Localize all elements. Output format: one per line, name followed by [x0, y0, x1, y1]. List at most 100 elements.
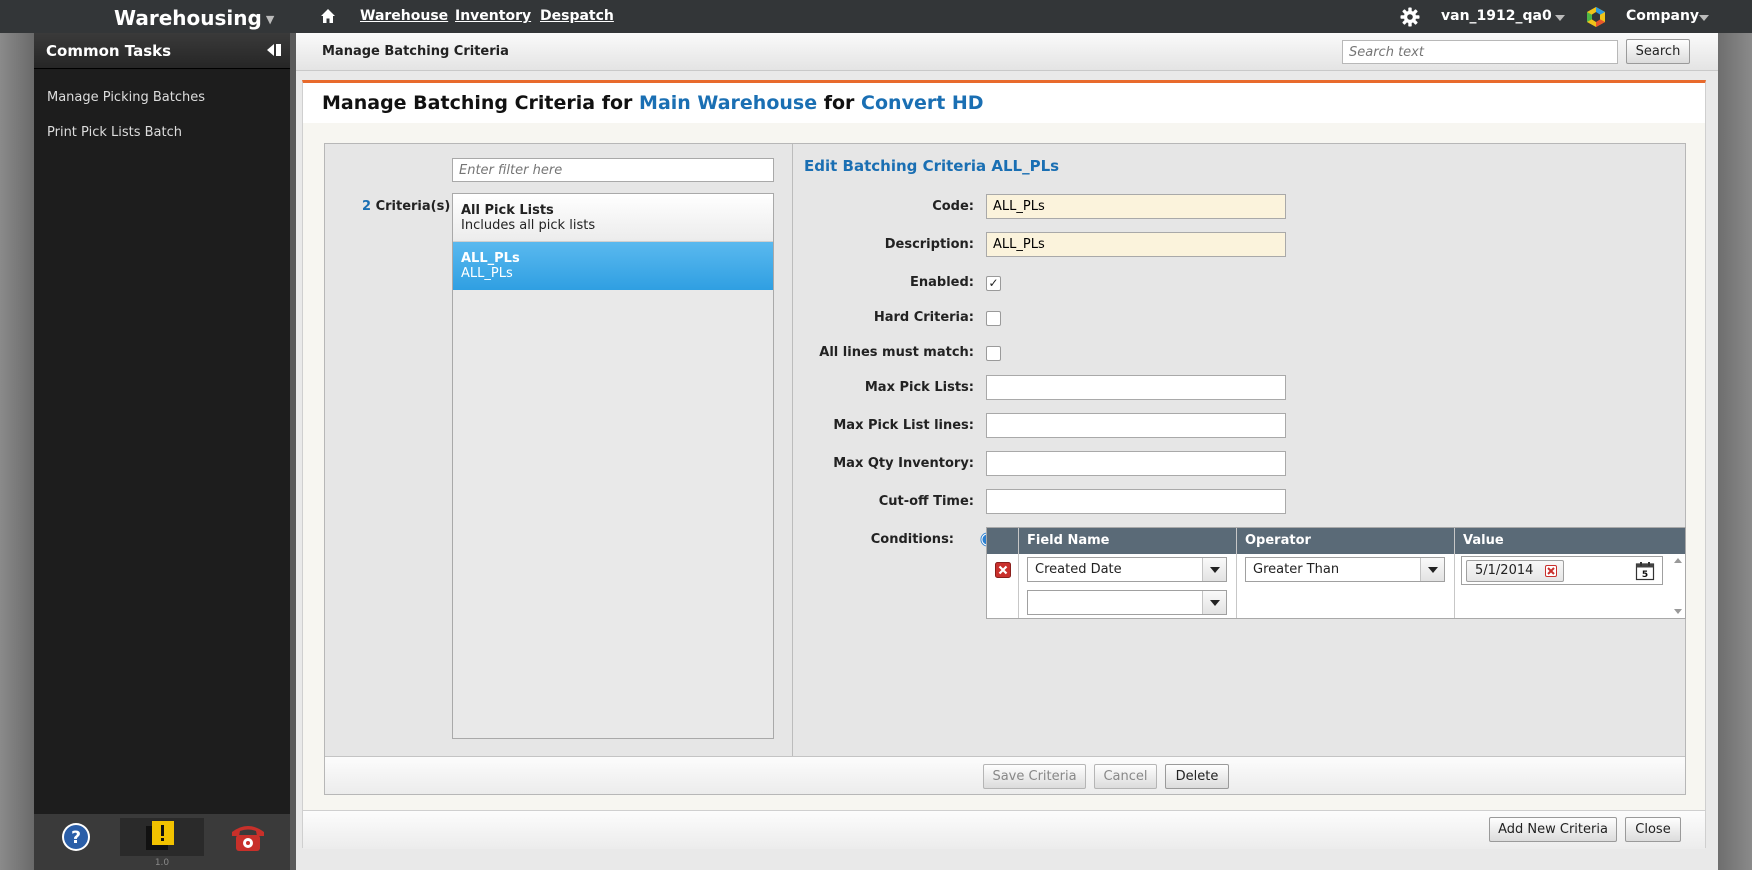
scroll-up-icon[interactable] [1674, 558, 1682, 563]
date-value: 5/1/2014 [1475, 563, 1534, 578]
sidebar: Common Tasks Manage Picking Batches Prin… [34, 33, 290, 870]
list-item-subtitle: Includes all pick lists [461, 218, 596, 233]
all-lines-checkbox[interactable] [986, 346, 1001, 361]
add-new-criteria-button[interactable]: Add New Criteria [1489, 817, 1617, 842]
field-name-value: Created Date [1035, 562, 1122, 577]
conditions-label: Conditions: [870, 532, 954, 547]
breadcrumb-bar: Manage Batching Criteria Search [296, 33, 1718, 71]
nav-warehouse-label: Warehouse [360, 8, 449, 24]
filter-input[interactable] [452, 158, 774, 182]
version-label: 1.0 [154, 858, 170, 868]
criteria-count-suffix: Criteria(s) [375, 199, 451, 214]
title-prefix: Manage Batching Criteria for [322, 92, 633, 114]
chevron-down-icon[interactable] [1555, 15, 1565, 21]
company-logo-icon [1587, 7, 1605, 27]
max-qty-inventory-label: Max Qty Inventory: [833, 456, 974, 471]
user-menu[interactable]: van_1912_qa0 [1441, 8, 1552, 24]
column-header-value: Value [1463, 533, 1504, 548]
title-company: Convert HD [861, 92, 984, 114]
sidebar-header: Common Tasks [34, 33, 290, 69]
field-name-select[interactable]: Created Date [1027, 557, 1227, 582]
criteria-count-number: 2 [362, 199, 372, 214]
description-label: Description: [884, 237, 974, 252]
page-title: Manage Batching Criteria for Main Wareho… [322, 92, 984, 114]
operator-value: Greater Than [1253, 562, 1340, 577]
enabled-checkbox[interactable]: ✓ [986, 276, 1001, 291]
list-item-subtitle: ALL_PLs [461, 266, 513, 281]
enabled-label: Enabled: [910, 275, 974, 290]
chevron-down-icon[interactable] [1202, 591, 1226, 614]
save-criteria-button[interactable]: Save Criteria [983, 764, 1086, 789]
app-title: Warehousing [114, 6, 262, 30]
criteria-panel: Manage Batching Criteria for Main Wareho… [302, 80, 1706, 849]
cancel-button[interactable]: Cancel [1094, 764, 1157, 789]
sidebar-item-print-pick-lists-batch[interactable]: Print Pick Lists Batch [47, 125, 182, 140]
company-menu[interactable]: Company [1626, 8, 1699, 24]
app-switcher[interactable]: Warehousing ▼ [114, 6, 274, 30]
nav-warehouse[interactable]: Warehouse [360, 8, 448, 24]
criteria-count: 2 Criteria(s) [362, 199, 450, 214]
nav-despatch[interactable]: Despatch [540, 8, 614, 24]
panel-footer: Add New Criteria Close [303, 810, 1705, 849]
list-item-selected[interactable]: ALL_PLs ALL_PLs [453, 242, 773, 290]
list-item-title: All Pick Lists [461, 203, 554, 218]
calendar-icon[interactable]: 5 [1635, 561, 1655, 581]
phone-icon[interactable] [206, 818, 290, 856]
company-name: Company [1626, 8, 1700, 24]
nav-despatch-label: Despatch [540, 8, 614, 24]
date-value-chip: 5/1/2014 [1466, 560, 1564, 582]
close-button[interactable]: Close [1625, 817, 1681, 842]
max-qty-inventory-field[interactable] [986, 451, 1286, 476]
delete-button[interactable]: Delete [1165, 764, 1229, 789]
panel-header: Manage Batching Criteria for Main Wareho… [303, 83, 1705, 123]
left-background [0, 33, 34, 870]
chevron-down-icon[interactable] [1202, 558, 1226, 581]
sidebar-title: Common Tasks [46, 42, 172, 60]
max-pick-lists-field[interactable] [986, 375, 1286, 400]
nav-inventory-label: Inventory [455, 8, 532, 24]
max-pick-list-lines-label: Max Pick List lines: [833, 418, 974, 433]
collapse-sidebar-icon[interactable] [266, 43, 282, 57]
notes-icon[interactable] [120, 818, 204, 856]
column-divider [1454, 528, 1455, 618]
hard-criteria-label: Hard Criteria: [873, 310, 974, 325]
column-divider [1236, 528, 1237, 618]
search-input[interactable] [1342, 40, 1618, 64]
help-icon[interactable]: ? [34, 818, 118, 856]
cutoff-time-field[interactable] [986, 489, 1286, 514]
field-name-select-empty[interactable] [1027, 590, 1227, 615]
scroll-down-icon[interactable] [1674, 609, 1682, 614]
svg-text:?: ? [71, 828, 81, 848]
conditions-header: Field Name Operator Value [987, 528, 1685, 554]
search-button[interactable]: Search [1626, 39, 1690, 64]
description-field[interactable] [986, 232, 1286, 257]
sidebar-item-manage-picking-batches[interactable]: Manage Picking Batches [47, 90, 205, 105]
criteria-editor: 2 Criteria(s) All Pick Lists Includes al… [324, 143, 1686, 795]
operator-select[interactable]: Greater Than [1245, 557, 1445, 582]
gear-icon[interactable] [1400, 7, 1420, 27]
chevron-down-icon[interactable] [1420, 558, 1444, 581]
max-pick-lists-label: Max Pick Lists: [864, 380, 974, 395]
criteria-list: All Pick Lists Includes all pick lists A… [452, 193, 774, 739]
list-item[interactable]: All Pick Lists Includes all pick lists [453, 194, 773, 242]
delete-row-icon[interactable] [995, 562, 1011, 578]
breadcrumb: Manage Batching Criteria [322, 44, 509, 59]
nav-inventory[interactable]: Inventory [455, 8, 531, 24]
sidebar-footer: ? 1.0 [34, 814, 290, 870]
user-name: van_1912_qa0 [1441, 8, 1552, 24]
code-field[interactable] [986, 194, 1286, 219]
form-title: Edit Batching Criteria ALL_PLs [804, 157, 1060, 175]
form-action-bar: Save Criteria Cancel Delete [325, 756, 1685, 794]
home-icon[interactable] [320, 8, 336, 24]
all-lines-label: All lines must match: [819, 345, 974, 360]
code-label: Code: [932, 199, 974, 214]
chevron-down-icon[interactable] [1699, 15, 1709, 21]
max-pick-list-lines-field[interactable] [986, 413, 1286, 438]
hard-criteria-checkbox[interactable] [986, 311, 1001, 326]
criteria-list-pane: 2 Criteria(s) All Pick Lists Includes al… [325, 144, 793, 756]
list-item-title: ALL_PLs [461, 251, 520, 266]
remove-value-icon[interactable] [1545, 565, 1557, 577]
criteria-form: Edit Batching Criteria ALL_PLs Code: Des… [794, 144, 1686, 756]
main-content: Manage Batching Criteria Search Manage B… [296, 33, 1718, 870]
top-navigation-bar: Warehousing ▼ Warehouse Inventory Despatc… [0, 0, 1752, 33]
